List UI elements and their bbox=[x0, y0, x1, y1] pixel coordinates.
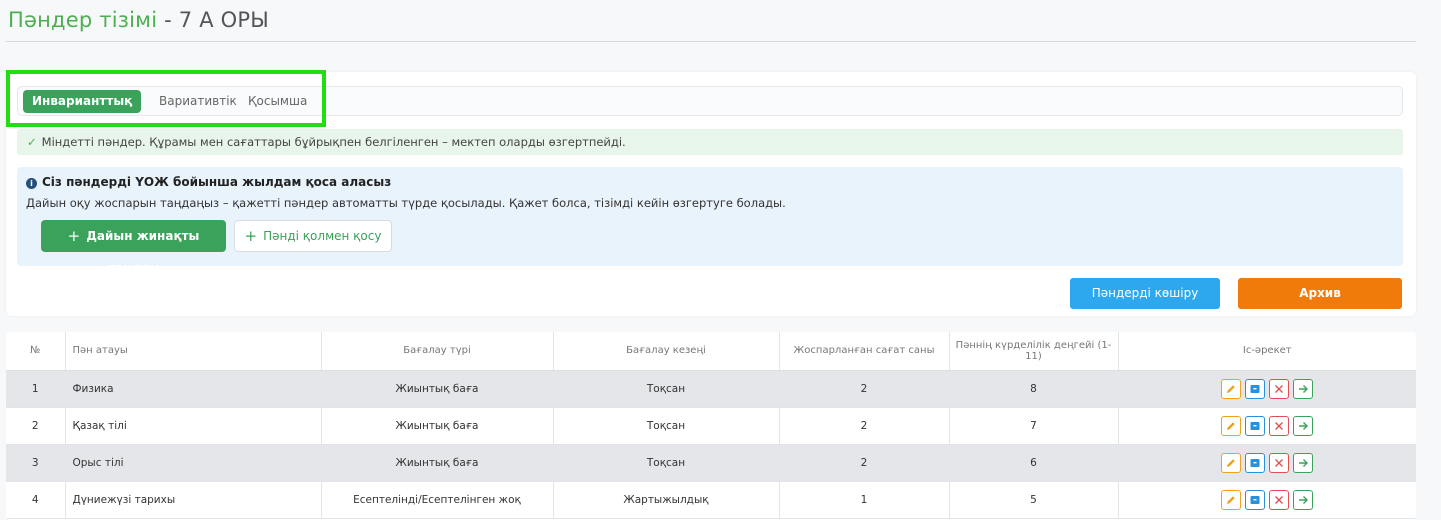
row-number: 3 bbox=[6, 444, 66, 482]
page-title: Пәндер тізімі - 7 А ОРЫ bbox=[8, 8, 269, 32]
table-row: 4 Дүниежүзі тарихы Есептелінді/Есептелін… bbox=[6, 481, 1416, 519]
row-subject-name: Дүниежүзі тарихы bbox=[65, 481, 322, 519]
pencil-icon[interactable] bbox=[1221, 489, 1242, 510]
row-complexity-level: 5 bbox=[949, 481, 1119, 519]
table-row: 3 Орыс тілі Жиынтық баға Тоқсан 2 6 bbox=[6, 444, 1416, 482]
copy-subjects-button[interactable]: Пәндерді көшіру bbox=[1070, 278, 1220, 309]
row-assessment-period: Жартыжылдық bbox=[553, 481, 780, 519]
row-number: 1 bbox=[6, 370, 66, 408]
row-assessment-period: Тоқсан bbox=[553, 407, 780, 445]
page-title-main: Пәндер тізімі bbox=[8, 8, 158, 32]
tabs-highlight-box bbox=[6, 70, 326, 127]
arrow-right-icon[interactable] bbox=[1293, 452, 1314, 473]
archive-box-icon[interactable] bbox=[1245, 415, 1266, 436]
page-title-class: 7 А ОРЫ bbox=[178, 8, 269, 32]
row-complexity-level: 6 bbox=[949, 444, 1119, 482]
col-assessment-period: Бағалау кезеңі bbox=[553, 332, 780, 371]
subjects-table-card: № Пән атауы Бағалау түрі Бағалау кезеңі … bbox=[6, 332, 1416, 520]
plus-icon: + bbox=[244, 227, 258, 245]
choose-ready-set-label: Дайын жинақты таңдау bbox=[86, 229, 200, 275]
arrow-right-icon[interactable] bbox=[1293, 415, 1314, 436]
row-number: 2 bbox=[6, 407, 66, 445]
row-planned-hours: 2 bbox=[779, 444, 950, 482]
info-title-text: Сіз пәндерді ҮОЖ бойынша жылдам қоса ала… bbox=[42, 175, 392, 189]
row-actions bbox=[1118, 370, 1416, 408]
info-title: i Сіз пәндерді ҮОЖ бойынша жылдам қоса ал… bbox=[26, 175, 391, 189]
archive-box-icon[interactable] bbox=[1245, 378, 1266, 399]
quick-add-info: i Сіз пәндерді ҮОЖ бойынша жылдам қоса ал… bbox=[17, 167, 1403, 275]
row-actions bbox=[1118, 407, 1416, 445]
row-assessment-period: Тоқсан bbox=[553, 370, 780, 408]
close-icon[interactable] bbox=[1269, 415, 1290, 436]
archive-button[interactable]: Архив bbox=[1238, 278, 1402, 309]
row-assessment-type: Жиынтық баға bbox=[321, 370, 554, 408]
add-subject-manually-button[interactable]: + Пәнді қолмен қосу bbox=[234, 220, 392, 252]
arrow-right-icon[interactable] bbox=[1293, 489, 1314, 510]
archive-box-icon[interactable] bbox=[1245, 489, 1266, 510]
title-divider bbox=[6, 41, 1416, 42]
row-subject-name: Қазақ тілі bbox=[65, 407, 322, 445]
row-complexity-level: 7 bbox=[949, 407, 1119, 445]
mandatory-notice-text: Міндетті пәндер. Құрамы мен сағаттары бұ… bbox=[41, 135, 626, 149]
table-row: 2 Қазақ тілі Жиынтық баға Тоқсан 2 7 bbox=[6, 407, 1416, 445]
info-text: Дайын оқу жоспарын таңдаңыз – қажетті пә… bbox=[26, 196, 786, 210]
row-planned-hours: 2 bbox=[779, 407, 950, 445]
col-assessment-type: Бағалау түрі bbox=[321, 332, 554, 371]
subjects-table: № Пән атауы Бағалау түрі Бағалау кезеңі … bbox=[6, 332, 1416, 519]
row-planned-hours: 2 bbox=[779, 370, 950, 408]
row-assessment-period: Тоқсан bbox=[553, 444, 780, 482]
col-complexity-level: Пәннің күрделілік деңгейі (1-11) bbox=[949, 332, 1119, 371]
plus-icon: + bbox=[67, 227, 81, 245]
close-icon[interactable] bbox=[1269, 378, 1290, 399]
row-assessment-type: Есептелінді/Есептелінген жоқ bbox=[321, 481, 554, 519]
row-planned-hours: 1 bbox=[779, 481, 950, 519]
row-complexity-level: 8 bbox=[949, 370, 1119, 408]
pencil-icon[interactable] bbox=[1221, 452, 1242, 473]
pencil-icon[interactable] bbox=[1221, 378, 1242, 399]
check-icon: ✓ bbox=[27, 135, 37, 149]
choose-ready-set-button[interactable]: + Дайын жинақты таңдау bbox=[41, 220, 226, 275]
row-actions bbox=[1118, 444, 1416, 482]
close-icon[interactable] bbox=[1269, 452, 1290, 473]
table-header-row: № Пән атауы Бағалау түрі Бағалау кезеңі … bbox=[6, 332, 1416, 371]
row-assessment-type: Жиынтық баға bbox=[321, 444, 554, 482]
page-title-separator: - bbox=[157, 8, 179, 32]
row-subject-name: Физика bbox=[65, 370, 322, 408]
close-icon[interactable] bbox=[1269, 489, 1290, 510]
col-number: № bbox=[6, 332, 66, 371]
table-row: 1 Физика Жиынтық баға Тоқсан 2 8 bbox=[6, 370, 1416, 408]
col-planned-hours: Жоспарланған сағат саны bbox=[779, 332, 950, 371]
pencil-icon[interactable] bbox=[1221, 415, 1242, 436]
row-number: 4 bbox=[6, 481, 66, 519]
info-icon: i bbox=[26, 178, 37, 189]
col-actions: Іс-әрекет bbox=[1118, 332, 1416, 371]
archive-box-icon[interactable] bbox=[1245, 452, 1266, 473]
row-assessment-type: Жиынтық баға bbox=[321, 407, 554, 445]
col-subject-name: Пән атауы bbox=[65, 332, 322, 371]
add-subject-manually-label: Пәнді қолмен қосу bbox=[263, 229, 382, 243]
row-actions bbox=[1118, 481, 1416, 519]
mandatory-notice: ✓ Міндетті пәндер. Құрамы мен сағаттары б… bbox=[17, 129, 1403, 155]
row-subject-name: Орыс тілі bbox=[65, 444, 322, 482]
arrow-right-icon[interactable] bbox=[1293, 378, 1314, 399]
